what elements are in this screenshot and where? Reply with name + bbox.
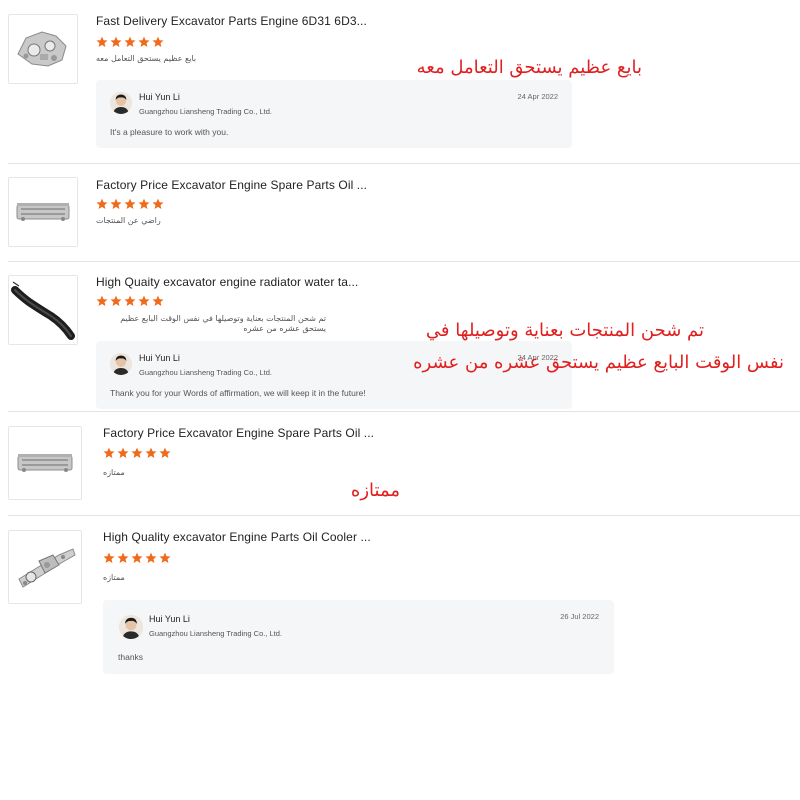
star-rating [96, 36, 164, 50]
avatar [110, 92, 132, 114]
oil-cooler-icon [16, 203, 70, 221]
reply-company: Guangzhou Liansheng Trading Co., Ltd. [139, 107, 273, 116]
reply-text: It's a pleasure to work with you. [110, 127, 229, 137]
product-title[interactable]: Factory Price Excavator Engine Spare Par… [103, 426, 374, 440]
overlay-translation: ممتازه [350, 480, 400, 501]
star-icon [110, 36, 122, 47]
product-thumbnail[interactable] [8, 275, 78, 345]
product-thumbnail[interactable] [8, 426, 82, 500]
star-icon [117, 552, 129, 563]
divider [8, 261, 800, 262]
star-rating [96, 295, 164, 309]
reply-company: Guangzhou Liansheng Trading Co., Ltd. [149, 629, 283, 638]
reply-text: Thank you for your Words of affirmation,… [110, 388, 366, 398]
overlay-translation: بايع عظيم يستحق التعامل معه [416, 57, 642, 78]
engine-part-icon [17, 31, 67, 67]
reply-date: 24 Apr 2022 [517, 92, 558, 101]
star-icon [145, 552, 157, 563]
seller-reply: Hui Yun Li Guangzhou Liansheng Trading C… [96, 80, 572, 148]
product-thumbnail[interactable] [8, 177, 78, 247]
reply-date: 26 Jul 2022 [560, 612, 599, 621]
reply-author-name: Hui Yun Li [139, 92, 180, 102]
reply-text: thanks [118, 652, 144, 662]
product-title[interactable]: Fast Delivery Excavator Parts Engine 6D3… [96, 14, 367, 28]
oil-cooler-assembly-icon [18, 548, 76, 588]
reply-company: Guangzhou Liansheng Trading Co., Ltd. [139, 368, 273, 377]
star-rating [96, 198, 164, 212]
avatar [119, 615, 143, 639]
star-rating [103, 447, 171, 461]
star-rating [103, 552, 171, 566]
star-icon [131, 552, 143, 563]
star-icon [138, 198, 150, 209]
overlay-translation: تم شحن المنتجات بعناية وتوصيلها في [425, 320, 704, 341]
star-icon [110, 295, 122, 306]
product-thumbnail[interactable] [8, 14, 78, 84]
review-comment: راضي عن المنتجات [96, 216, 161, 225]
star-icon [152, 198, 164, 209]
seller-reply: Hui Yun Li Guangzhou Liansheng Trading C… [103, 600, 614, 674]
star-icon [117, 447, 129, 458]
product-title[interactable]: High Quaity excavator engine radiator wa… [96, 275, 358, 289]
reply-author-name: Hui Yun Li [139, 353, 180, 363]
star-icon [145, 447, 157, 458]
star-icon [159, 552, 171, 563]
star-icon [152, 36, 164, 47]
overlay-translation: نفس الوقت البايع عظيم يستحق عشره من عشره [413, 352, 784, 373]
star-icon [159, 447, 171, 458]
star-icon [152, 295, 164, 306]
review-comment: ممتازه [103, 573, 125, 582]
star-icon [138, 295, 150, 306]
review-comment: تم شحن المنتجات بعناية وتوصيلها في نفس ا… [120, 314, 326, 333]
star-icon [96, 36, 108, 47]
divider [8, 515, 800, 516]
star-icon [96, 295, 108, 306]
star-icon [124, 198, 136, 209]
product-thumbnail[interactable] [8, 530, 82, 604]
star-icon [103, 447, 115, 458]
star-icon [131, 447, 143, 458]
divider [8, 411, 800, 412]
star-icon [103, 552, 115, 563]
star-icon [110, 198, 122, 209]
radiator-hose-icon [11, 281, 75, 340]
star-icon [124, 36, 136, 47]
avatar [110, 353, 132, 375]
review-comment: ممتازه [103, 468, 125, 477]
product-title[interactable]: Factory Price Excavator Engine Spare Par… [96, 178, 367, 192]
star-icon [138, 36, 150, 47]
oil-cooler-icon [17, 454, 73, 472]
star-icon [124, 295, 136, 306]
star-icon [96, 198, 108, 209]
product-title[interactable]: High Quality excavator Engine Parts Oil … [103, 530, 371, 544]
divider [8, 163, 800, 164]
review-comment: بايع عظيم يستحق التعامل معه [96, 54, 197, 63]
reply-author-name: Hui Yun Li [149, 614, 190, 624]
